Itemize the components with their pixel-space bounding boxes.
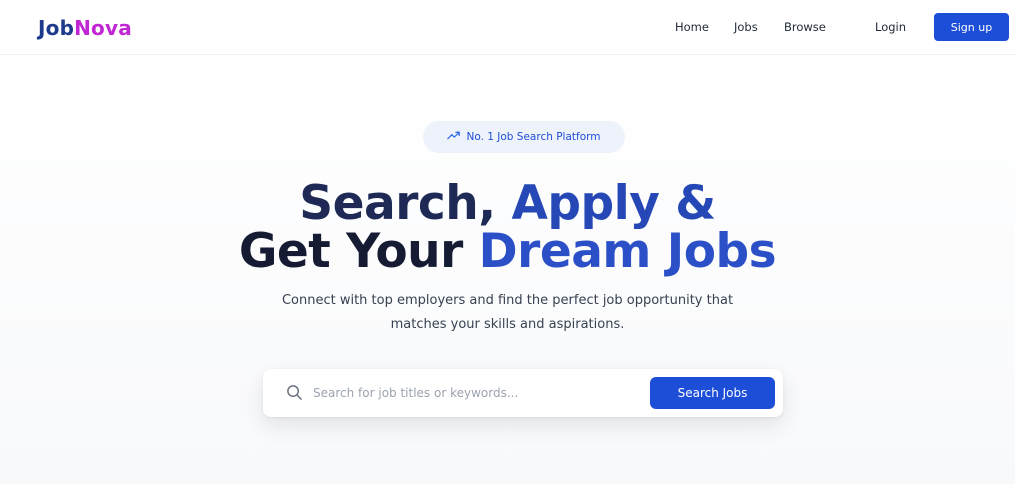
hero-subtitle-line-2: matches your skills and aspirations.: [390, 317, 625, 332]
search-bar: Search Jobs: [263, 369, 783, 417]
headline-line-1: Search, Apply &: [0, 180, 1015, 227]
brand-logo-part2: Nova: [74, 16, 132, 40]
brand-logo[interactable]: JobNova: [38, 16, 132, 40]
badge-text: No. 1 Job Search Platform: [466, 131, 601, 143]
search-jobs-button[interactable]: Search Jobs: [650, 377, 775, 409]
nav-link-home[interactable]: Home: [675, 20, 709, 34]
search-icon: [286, 384, 303, 401]
brand-logo-part1: Job: [38, 16, 75, 40]
headline-line1-dark: Search,: [299, 176, 512, 231]
trending-up-icon: [447, 129, 461, 145]
headline-line2-blue: Dream Jobs: [478, 224, 777, 279]
job-search-input[interactable]: [313, 381, 643, 405]
nav-link-browse[interactable]: Browse: [784, 20, 826, 34]
headline-line1-blue: Apply &: [511, 176, 716, 231]
navbar: JobNova Home Jobs Browse Login Sign up: [0, 0, 1015, 55]
hero-subtitle-line-1: Connect with top employers and find the …: [281, 293, 734, 308]
nav-link-jobs[interactable]: Jobs: [734, 20, 758, 34]
headline-line2-dark: Get Your: [238, 224, 479, 279]
headline-line-2: Get Your Dream Jobs: [0, 228, 1015, 275]
login-link[interactable]: Login: [875, 20, 906, 34]
platform-badge: No. 1 Job Search Platform: [423, 121, 625, 153]
signup-button[interactable]: Sign up: [934, 13, 1009, 41]
